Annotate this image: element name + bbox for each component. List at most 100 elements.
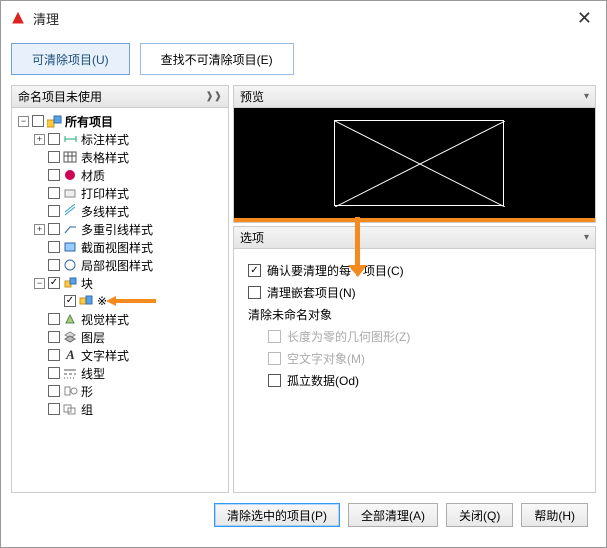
tree-item-visualstyle[interactable]: 视觉样式: [16, 310, 224, 328]
opt-empty-text: 空文字对象(M): [268, 347, 581, 369]
tree-label: 视觉样式: [81, 311, 129, 328]
tree-item-group[interactable]: 组: [16, 400, 224, 418]
linetype-icon: [63, 366, 78, 380]
checkbox[interactable]: [48, 187, 60, 199]
opt-orphan[interactable]: 孤立数据(Od): [268, 369, 581, 391]
opt-confirm[interactable]: 确认要清理的每个项目(C): [248, 259, 581, 281]
tree-label: 形: [81, 383, 93, 400]
tree-label: 图层: [81, 329, 105, 346]
window-title: 清理: [33, 9, 571, 28]
table-style-icon: [63, 150, 78, 164]
checkbox[interactable]: [48, 313, 60, 325]
checkbox[interactable]: [48, 205, 60, 217]
tree-item-section[interactable]: 截面视图样式: [16, 238, 224, 256]
checkbox[interactable]: [48, 367, 60, 379]
checkbox[interactable]: [48, 241, 60, 253]
options-header[interactable]: 选项 ▾: [234, 227, 595, 249]
purge-dialog: 清理 ✕ 可清除项目(U) 查找不可清除项目(E) 命名项目未使用 ❱❱ −: [0, 0, 607, 548]
options-panel: 选项 ▾ 确认要清理的每个项目(C) 清理嵌套项目(N) 清除未命名对象 长度为…: [233, 226, 596, 493]
collapse-icon[interactable]: −: [18, 116, 29, 127]
checkbox[interactable]: [48, 331, 60, 343]
checkbox: [268, 352, 281, 365]
expand-icon[interactable]: +: [34, 224, 45, 235]
chevron-down-icon: ▾: [584, 232, 589, 243]
tree-item-detail[interactable]: 局部视图样式: [16, 256, 224, 274]
tree-item-block[interactable]: −块: [16, 274, 224, 292]
preview-title: 预览: [240, 88, 264, 105]
tree-item-block-child[interactable]: ※: [16, 292, 224, 310]
tree-root-label: 所有项目: [65, 113, 113, 130]
tree-label: 材质: [81, 167, 105, 184]
tree-item-plotstyle[interactable]: 打印样式: [16, 184, 224, 202]
opt-nested-label: 清理嵌套项目(N): [267, 284, 356, 301]
close-button[interactable]: 关闭(Q): [446, 503, 513, 527]
tree-label: 文字样式: [81, 347, 129, 364]
checkbox[interactable]: [248, 264, 261, 277]
app-logo-icon: [11, 11, 25, 25]
tree-item-mleader[interactable]: + 多重引线样式: [16, 220, 224, 238]
plot-style-icon: [63, 186, 78, 200]
purge-all-button[interactable]: 全部清理(A): [348, 503, 438, 527]
checkbox[interactable]: [48, 133, 60, 145]
left-panel-header[interactable]: 命名项目未使用 ❱❱: [12, 86, 228, 108]
checkbox[interactable]: [32, 115, 44, 127]
purge-selected-button[interactable]: 清除选中的项目(P): [214, 503, 340, 527]
checkbox[interactable]: [48, 349, 60, 361]
panels: 命名项目未使用 ❱❱ − 所有项目 + 标注样式 表格样式 材质 打印样式 多线样…: [11, 85, 596, 493]
text-style-icon: A: [63, 348, 78, 362]
opt-empty-label: 空文字对象(M): [287, 350, 365, 367]
chevron-down-icon: ❱❱: [205, 91, 222, 102]
expand-icon[interactable]: +: [34, 134, 45, 145]
opt-unnamed-label: 清除未命名对象: [248, 306, 332, 323]
section-style-icon: [63, 240, 78, 254]
tab-purgeable[interactable]: 可清除项目(U): [11, 43, 130, 75]
tree-label: 标注样式: [81, 131, 129, 148]
options-title: 选项: [240, 229, 264, 246]
tree-item-material[interactable]: 材质: [16, 166, 224, 184]
opt-orphan-label: 孤立数据(Od): [287, 372, 359, 389]
chevron-down-icon: ▾: [584, 91, 589, 102]
preview-header[interactable]: 预览 ▾: [234, 86, 595, 108]
tree-label: 线型: [81, 365, 105, 382]
tab-nonpurgeable[interactable]: 查找不可清除项目(E): [140, 43, 294, 75]
left-panel: 命名项目未使用 ❱❱ − 所有项目 + 标注样式 表格样式 材质 打印样式 多线样…: [11, 85, 229, 493]
tree-item-dimstyle[interactable]: + 标注样式: [16, 130, 224, 148]
tree-label: 块: [81, 275, 93, 292]
detail-style-icon: [63, 258, 78, 272]
checkbox[interactable]: [64, 295, 76, 307]
checkbox[interactable]: [48, 385, 60, 397]
opt-nested[interactable]: 清理嵌套项目(N): [248, 281, 581, 303]
opt-confirm-label: 确认要清理的每个项目(C): [267, 262, 404, 279]
tree-item-linetype[interactable]: 线型: [16, 364, 224, 382]
checkbox[interactable]: [48, 223, 60, 235]
checkbox[interactable]: [48, 403, 60, 415]
checkbox[interactable]: [48, 259, 60, 271]
checkbox[interactable]: [48, 277, 60, 289]
tree-item-tablestyle[interactable]: 表格样式: [16, 148, 224, 166]
tree[interactable]: − 所有项目 + 标注样式 表格样式 材质 打印样式 多线样式 + 多重引线样式 截…: [12, 108, 228, 492]
tree-item-shape[interactable]: 形: [16, 382, 224, 400]
checkbox[interactable]: [248, 286, 261, 299]
annotation-arrow-options: [346, 217, 370, 277]
tree-item-mlinestyle[interactable]: 多线样式: [16, 202, 224, 220]
opt-zero-geom: 长度为零的几何图形(Z): [268, 325, 581, 347]
tree-root[interactable]: − 所有项目: [16, 112, 224, 130]
close-icon[interactable]: ✕: [571, 8, 598, 29]
block-child-icon: [79, 294, 94, 308]
checkbox[interactable]: [48, 169, 60, 181]
opt-unnamed-header: 清除未命名对象: [248, 303, 581, 325]
annotation-bar: [234, 218, 595, 222]
layer-icon: [63, 330, 78, 344]
tree-label: 多重引线样式: [81, 221, 153, 238]
help-button[interactable]: 帮助(H): [521, 503, 588, 527]
tree-label: 局部视图样式: [81, 257, 153, 274]
tree-item-layer[interactable]: 图层: [16, 328, 224, 346]
top-tabs: 可清除项目(U) 查找不可清除项目(E): [11, 43, 596, 75]
tree-item-textstyle[interactable]: A文字样式: [16, 346, 224, 364]
dialog-body: 可清除项目(U) 查找不可清除项目(E) 命名项目未使用 ❱❱ − 所有项目 +: [1, 35, 606, 547]
group-icon: [63, 402, 78, 416]
mleader-icon: [63, 222, 78, 236]
collapse-icon[interactable]: −: [34, 278, 45, 289]
checkbox[interactable]: [268, 374, 281, 387]
checkbox[interactable]: [48, 151, 60, 163]
